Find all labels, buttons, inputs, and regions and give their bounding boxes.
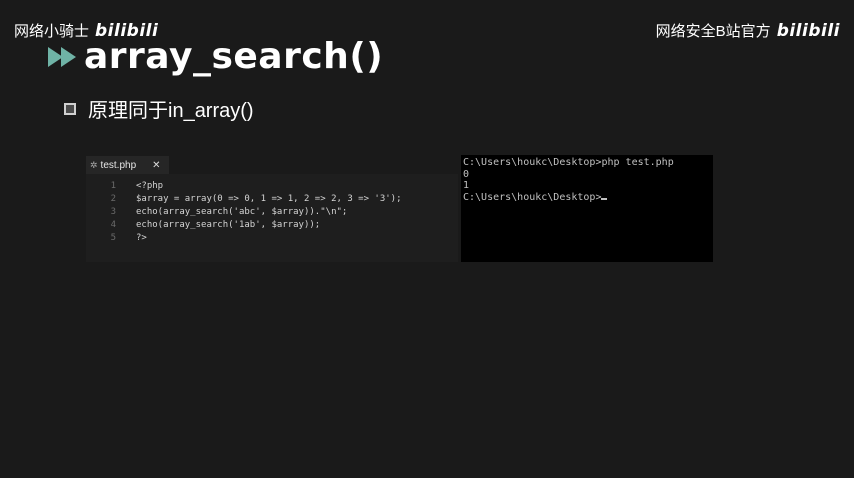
watermark-right-text: 网络安全B站官方: [655, 23, 771, 40]
bilibili-logo-icon: bilibili: [776, 20, 840, 41]
line-code: echo(array_search('abc', $array))."\n";: [136, 207, 348, 217]
line-number: 5: [110, 233, 116, 243]
bullet-point: 原理同于in_array(): [64, 94, 254, 123]
double-play-icon: [48, 46, 76, 67]
line-number: 2: [110, 194, 116, 204]
bullet-text: 原理同于in_array(): [88, 100, 254, 122]
line-number: 3: [110, 207, 116, 217]
terminal-window[interactable]: C:\Users\houkc\Desktop>php test.php 0 1 …: [461, 155, 713, 262]
editor-tab-bar: ✲ test.php ✕: [86, 156, 458, 174]
code-line: 5 ?>: [86, 232, 458, 245]
code-line: 3 echo(array_search('abc', $array))."\n"…: [86, 206, 458, 219]
watermark-right: 网络安全B站官方 bilibili: [656, 20, 840, 41]
line-code: $array = array(0 => 0, 1 => 1, 2 => 2, 3…: [136, 194, 402, 204]
code-line: 1 <?php: [86, 180, 458, 193]
line-number: 4: [110, 220, 116, 230]
terminal-prompt-line: C:\Users\houkc\Desktop>: [463, 192, 711, 204]
line-number: 1: [110, 181, 116, 191]
line-code: ?>: [136, 233, 147, 243]
line-code: <?php: [136, 181, 164, 191]
terminal-line: 1: [463, 180, 470, 191]
code-editor: ✲ test.php ✕ 1 <?php 2 $array = array(0 …: [86, 156, 458, 262]
close-icon[interactable]: ✕: [152, 160, 160, 171]
tab-label: test.php: [100, 159, 137, 171]
square-bullet-icon: [64, 102, 76, 115]
code-line: 4 echo(array_search('1ab', $array));: [86, 219, 458, 232]
code-line: 2 $array = array(0 => 0, 1 => 1, 2 => 2,…: [86, 193, 458, 206]
code-area[interactable]: 1 <?php 2 $array = array(0 => 0, 1 => 1,…: [86, 174, 458, 245]
slide-title-row: array_search(): [48, 36, 383, 77]
php-file-icon: ✲: [90, 159, 98, 170]
line-code: echo(array_search('1ab', $array));: [136, 220, 321, 230]
terminal-line: 0: [463, 168, 470, 180]
terminal-line: C:\Users\houkc\Desktop>php test.php: [463, 157, 674, 168]
terminal-prompt: C:\Users\houkc\Desktop>: [463, 191, 602, 203]
tab-test-php[interactable]: ✲ test.php ✕: [86, 156, 169, 174]
tab-name-wrap: ✲ test.php: [90, 160, 136, 171]
terminal-cursor: [601, 197, 608, 200]
slide-title: array_search(): [84, 36, 384, 77]
